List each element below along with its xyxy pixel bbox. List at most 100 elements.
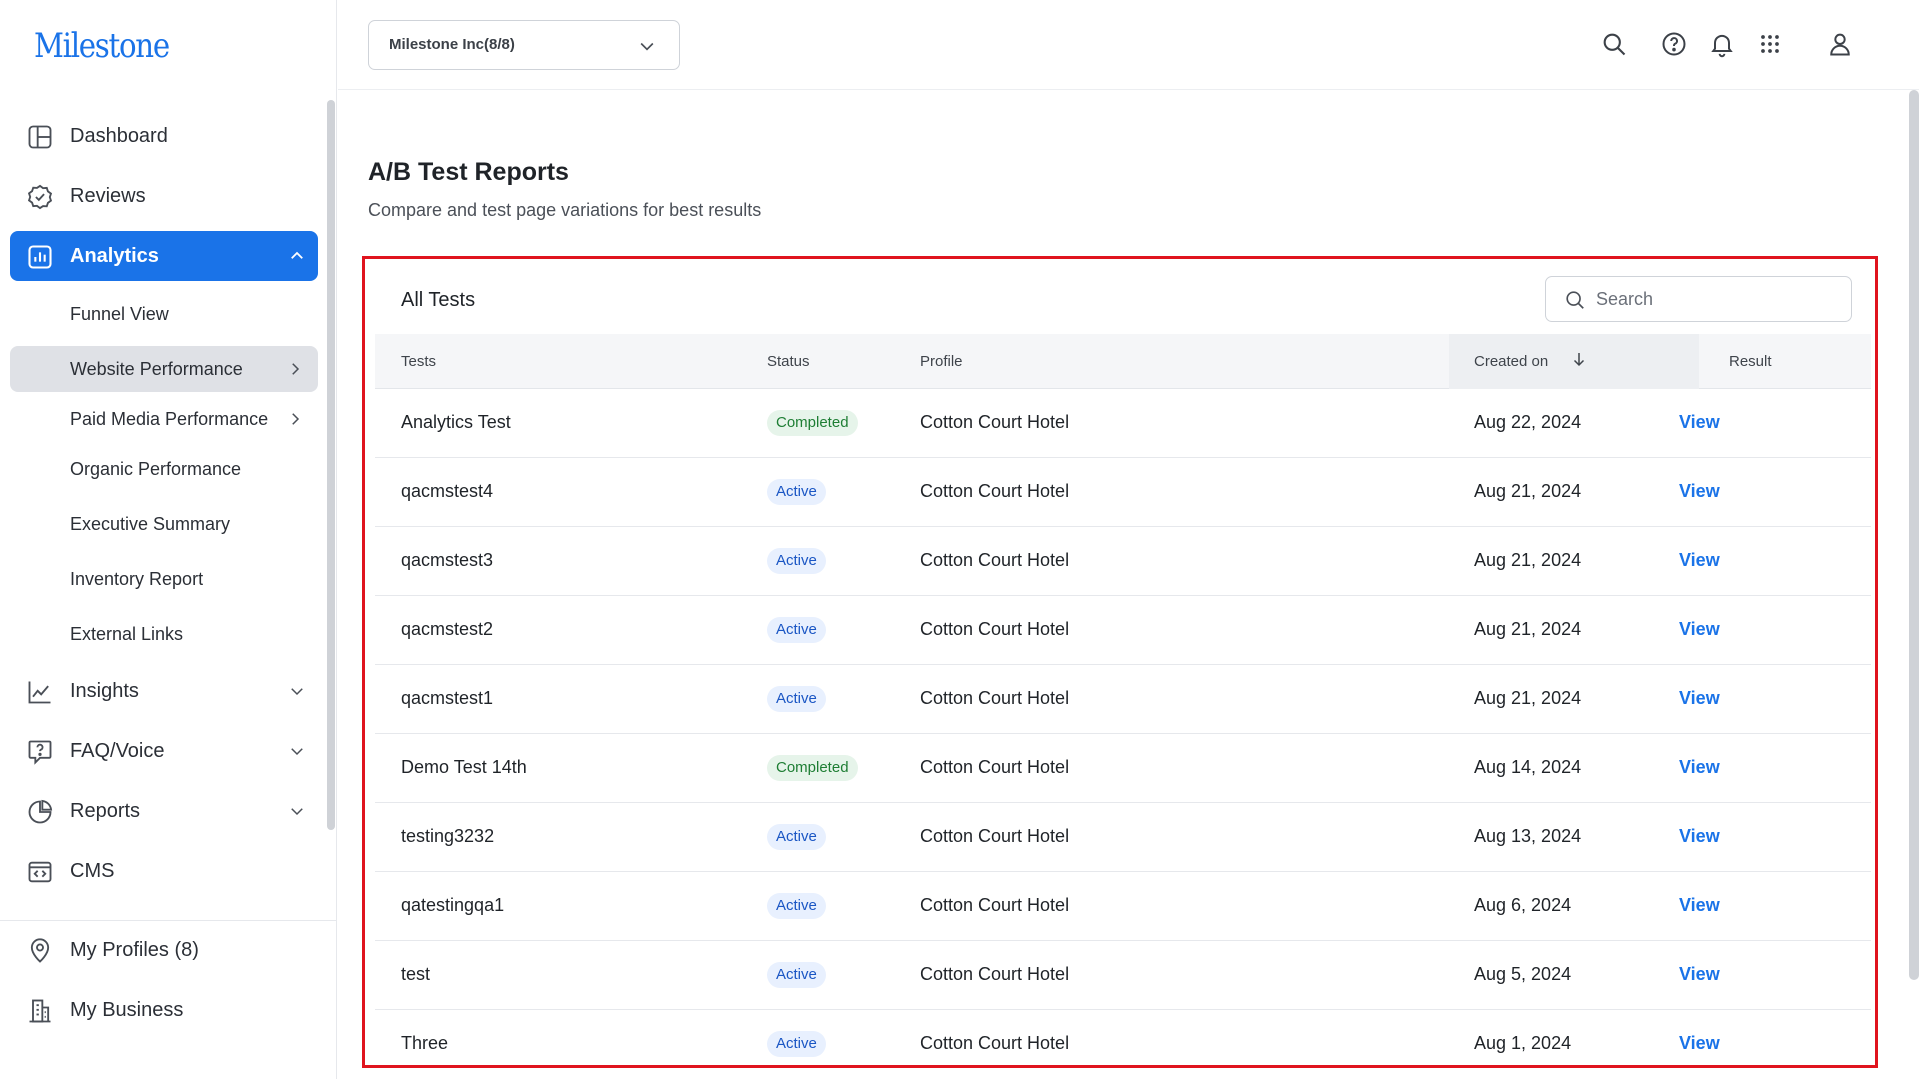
sidebar-item-label: CMS — [70, 859, 115, 882]
sidebar-item-label: Dashboard — [70, 124, 168, 147]
status-badge: Completed — [767, 755, 858, 781]
chevron-down-icon[interactable] — [288, 742, 306, 760]
created-date: Aug 21, 2024 — [1474, 688, 1582, 708]
sidebar-item-my-business[interactable]: My Business — [10, 985, 318, 1035]
sidebar-item-reviews[interactable]: Reviews — [10, 171, 318, 221]
sidebar-item-reports[interactable]: Reports — [10, 786, 318, 836]
profile-name: Cotton Court Hotel — [920, 619, 1070, 639]
search-icon[interactable] — [1600, 30, 1628, 58]
sidebar-item-label: FAQ/Voice — [70, 739, 165, 762]
sidebar: Milestone Dashboard Reviews Analytics Fu… — [0, 0, 337, 1079]
status-badge: Active — [767, 1031, 826, 1057]
view-result-link[interactable]: View — [1679, 550, 1720, 571]
chevron-right-icon — [292, 413, 300, 425]
view-result-link[interactable]: View — [1679, 964, 1720, 985]
sidebar-divider — [0, 920, 337, 921]
building-icon — [29, 999, 51, 1023]
sidebar-subitem-executive-summary[interactable]: Executive Summary — [10, 501, 318, 547]
sidebar-subitem-label: Funnel View — [70, 304, 169, 324]
table-row: qacmstest1 Active Cotton Court Hotel Aug 21… — [375, 665, 1871, 734]
status-badge: Active — [767, 824, 826, 850]
view-result-link[interactable]: View — [1679, 757, 1720, 778]
sidebar-item-dashboard[interactable]: Dashboard — [10, 111, 318, 161]
organization-selector-value: Milestone Inc(8/8) — [389, 36, 515, 53]
bar-chart-icon — [28, 245, 52, 269]
column-header-tests[interactable]: Tests — [401, 353, 436, 370]
created-date: Aug 1, 2024 — [1474, 1033, 1572, 1053]
sidebar-item-label: Reviews — [70, 184, 146, 207]
search-icon — [1566, 291, 1584, 309]
check-badge-icon — [27, 184, 53, 210]
table-row: Demo Test 14th Completed Cotton Court Hote… — [375, 734, 1871, 803]
view-result-link[interactable]: View — [1679, 895, 1720, 916]
organization-selector[interactable]: Milestone Inc(8/8) — [368, 20, 680, 70]
sidebar-subitem-external-links[interactable]: External Links — [10, 611, 318, 657]
test-name: qacmstest4 — [401, 481, 494, 501]
view-result-link[interactable]: View — [1679, 1033, 1720, 1054]
table-row: Three Active Cotton Court Hotel Aug 1, 2024… — [375, 1010, 1871, 1065]
help-icon[interactable] — [1660, 30, 1688, 58]
view-result-link[interactable]: View — [1679, 481, 1720, 502]
sidebar-item-insights[interactable]: Insights — [10, 666, 318, 716]
table-row: test Active Cotton Court Hotel Aug 5, 2024 V… — [375, 941, 1871, 1010]
page-title: A/B Test Reports — [368, 158, 569, 186]
sidebar-subitem-inventory-report[interactable]: Inventory Report — [10, 556, 318, 602]
profile-name: Cotton Court Hotel — [920, 412, 1070, 432]
sidebar-subitem-paid-media-performance[interactable]: Paid Media Performance — [10, 396, 318, 442]
view-result-link[interactable]: View — [1679, 619, 1720, 640]
sidebar-item-label: Analytics — [70, 244, 159, 267]
sidebar-subitem-website-performance[interactable]: Website Performance — [10, 346, 318, 392]
table-row: qatestingqa1 Active Cotton Court Hotel Aug … — [375, 872, 1871, 941]
created-date: Aug 13, 2024 — [1474, 826, 1582, 846]
test-name: Three — [401, 1033, 449, 1053]
top-bar: Milestone Inc(8/8) — [338, 0, 1919, 90]
chevron-down-icon[interactable] — [288, 802, 306, 820]
sidebar-item-analytics[interactable]: Analytics — [10, 231, 318, 281]
column-header-profile[interactable]: Profile — [920, 353, 963, 370]
chevron-up-icon[interactable] — [288, 247, 306, 265]
status-badge: Active — [767, 479, 826, 505]
apps-grid-icon[interactable] — [1756, 30, 1784, 58]
column-header-created-on[interactable]: Created on — [1474, 353, 1548, 370]
column-header-result[interactable]: Result — [1729, 353, 1772, 370]
created-date: Aug 22, 2024 — [1474, 412, 1582, 432]
panel-title: All Tests — [401, 289, 476, 311]
view-result-link[interactable]: View — [1679, 688, 1720, 709]
code-window-icon — [28, 861, 52, 883]
view-result-link[interactable]: View — [1679, 412, 1720, 433]
chevron-down-icon[interactable] — [288, 682, 306, 700]
main-scrollbar[interactable] — [1909, 90, 1919, 980]
search-input[interactable] — [1596, 285, 1836, 313]
sidebar-subitem-label: External Links — [70, 624, 184, 644]
sidebar-scrollbar[interactable] — [327, 100, 335, 830]
all-tests-panel: All Tests Tests Status Profile Created o… — [362, 256, 1878, 1068]
profile-name: Cotton Court Hotel — [920, 550, 1070, 570]
table-row: testing3232 Active Cotton Court Hotel Aug 1… — [375, 803, 1871, 872]
bell-icon[interactable] — [1708, 30, 1736, 58]
user-icon[interactable] — [1826, 30, 1854, 58]
search-box — [1545, 276, 1852, 322]
column-header-status[interactable]: Status — [767, 353, 810, 370]
status-badge: Active — [767, 686, 826, 712]
sidebar-item-faq-voice[interactable]: FAQ/Voice — [10, 726, 318, 776]
dashboard-icon — [28, 125, 52, 149]
status-badge: Active — [767, 617, 826, 643]
status-badge: Active — [767, 893, 826, 919]
created-date: Aug 5, 2024 — [1474, 964, 1572, 984]
table-row: qacmstest2 Active Cotton Court Hotel Aug 21… — [375, 596, 1871, 665]
test-name: Demo Test 14th — [401, 757, 527, 777]
table-row: qacmstest3 Active Cotton Court Hotel Aug 21… — [375, 527, 1871, 596]
arrow-down-icon[interactable] — [1570, 350, 1588, 368]
location-pin-icon — [30, 938, 50, 963]
view-result-link[interactable]: View — [1679, 826, 1720, 847]
sidebar-subitem-funnel-view[interactable]: Funnel View — [10, 291, 318, 337]
question-chat-icon — [28, 740, 52, 765]
sidebar-subitem-label: Website Performance — [70, 359, 243, 379]
sidebar-item-cms[interactable]: CMS — [10, 846, 318, 896]
table-header: Tests Status Profile Created on Result — [375, 334, 1871, 389]
sidebar-item-my-profiles[interactable]: My Profiles (8) — [10, 925, 318, 975]
sidebar-subitem-organic-performance[interactable]: Organic Performance — [10, 446, 318, 492]
sidebar-subitem-label: Paid Media Performance — [70, 409, 269, 429]
page-subtitle: Compare and test page variations for bes… — [368, 200, 762, 220]
milestone-logo[interactable]: Milestone — [34, 26, 170, 66]
